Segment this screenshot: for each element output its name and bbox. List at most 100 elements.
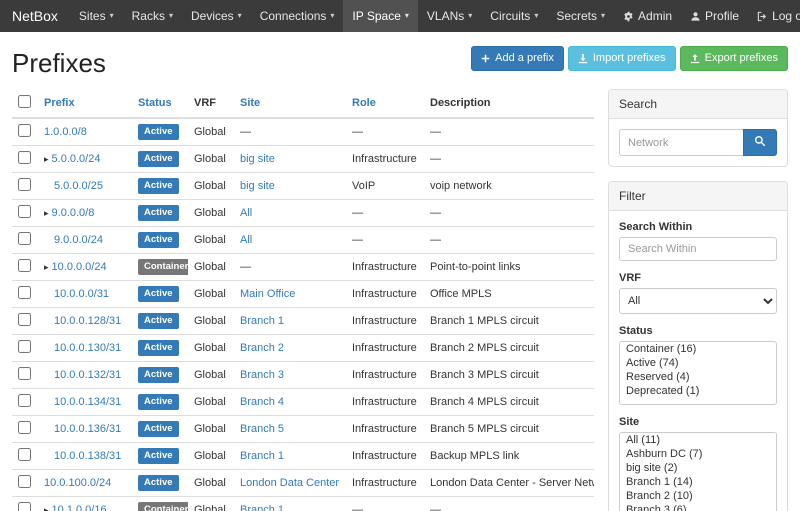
vrf-cell: Global — [188, 308, 234, 335]
row-checkbox[interactable] — [18, 475, 31, 488]
indent-spacer — [44, 431, 54, 432]
nav-item-ip-space[interactable]: IP Space ▾ — [343, 0, 418, 32]
prefix-link[interactable]: 10.0.0.0/24 — [52, 261, 107, 273]
status-filter-label: Status — [619, 325, 777, 337]
nav-item-devices[interactable]: Devices ▾ — [182, 0, 251, 32]
vrf-cell: Global — [188, 200, 234, 227]
prefix-link[interactable]: 9.0.0.0/24 — [54, 234, 103, 246]
site-cell: — — [234, 254, 346, 281]
caret-down-icon: ▾ — [238, 12, 242, 20]
column-header-site[interactable]: Site — [234, 89, 346, 118]
filter-option[interactable]: Deprecated (1) — [620, 384, 776, 398]
role-cell: Infrastructure — [346, 335, 424, 362]
nav-item-racks[interactable]: Racks ▾ — [123, 0, 182, 32]
site-link[interactable]: All — [240, 234, 252, 246]
prefix-link[interactable]: 5.0.0.0/25 — [54, 180, 103, 192]
row-checkbox[interactable] — [18, 124, 31, 137]
import-prefixes-button[interactable]: Import prefixes — [568, 46, 676, 71]
status-filter-select[interactable]: Container (16)Active (74)Reserved (4)Dep… — [619, 341, 777, 405]
vrf-filter-select[interactable]: All — [619, 288, 777, 314]
site-link[interactable]: All — [240, 207, 252, 219]
row-checkbox[interactable] — [18, 313, 31, 326]
indent-spacer — [44, 458, 54, 459]
description-cell: London Data Center - Server Network — [424, 470, 594, 497]
prefix-link[interactable]: 10.0.0.138/31 — [54, 450, 121, 462]
filter-option[interactable]: All (11) — [620, 433, 776, 447]
role-cell: Infrastructure — [346, 470, 424, 497]
site-cell: Branch 1 — [234, 443, 346, 470]
row-checkbox[interactable] — [18, 502, 31, 511]
role-cell: — — [346, 118, 424, 146]
site-cell: London Data Center — [234, 470, 346, 497]
site-cell: All — [234, 200, 346, 227]
vrf-cell: Global — [188, 173, 234, 200]
search-button[interactable] — [743, 129, 777, 156]
table-row: ▸9.0.0.0/8 Active Global All — — — [12, 200, 594, 227]
site-link[interactable]: Branch 1 — [240, 504, 284, 511]
site-cell: big site — [234, 173, 346, 200]
brand-link[interactable]: NetBox — [8, 0, 70, 32]
filter-option[interactable]: Branch 2 (10) — [620, 489, 776, 503]
nav-item-admin[interactable]: Admin — [614, 0, 681, 32]
prefix-link[interactable]: 10.0.0.134/31 — [54, 396, 121, 408]
site-link[interactable]: Branch 1 — [240, 315, 284, 327]
filter-option[interactable]: Ashburn DC (7) — [620, 447, 776, 461]
site-link[interactable]: Branch 4 — [240, 396, 284, 408]
column-header-vrf: VRF — [188, 89, 234, 118]
prefix-link[interactable]: 10.0.0.130/31 — [54, 342, 121, 354]
row-checkbox[interactable] — [18, 178, 31, 191]
nav-item-profile[interactable]: Profile — [681, 0, 748, 32]
select-all-checkbox[interactable] — [18, 95, 31, 108]
row-checkbox[interactable] — [18, 448, 31, 461]
prefix-link[interactable]: 10.1.0.0/16 — [52, 504, 107, 511]
filter-option[interactable]: Reserved (4) — [620, 370, 776, 384]
site-link[interactable]: big site — [240, 180, 275, 192]
site-link[interactable]: big site — [240, 153, 275, 165]
nav-item-connections[interactable]: Connections ▾ — [251, 0, 344, 32]
row-checkbox[interactable] — [18, 340, 31, 353]
filter-option[interactable]: Container (16) — [620, 342, 776, 356]
prefix-link[interactable]: 10.0.0.0/31 — [54, 288, 109, 300]
add-prefix-button[interactable]: Add a prefix — [471, 46, 564, 71]
site-link[interactable]: Branch 1 — [240, 450, 284, 462]
nav-item-secrets[interactable]: Secrets ▾ — [547, 0, 614, 32]
row-checkbox[interactable] — [18, 205, 31, 218]
prefix-link[interactable]: 10.0.100.0/24 — [44, 477, 111, 489]
search-within-input[interactable] — [619, 237, 777, 261]
site-link[interactable]: Branch 3 — [240, 369, 284, 381]
column-header-role[interactable]: Role — [346, 89, 424, 118]
export-prefixes-button[interactable]: Export prefixes — [680, 46, 788, 71]
column-header-status[interactable]: Status — [132, 89, 188, 118]
search-input[interactable] — [619, 129, 743, 156]
prefix-link[interactable]: 1.0.0.0/8 — [44, 126, 87, 138]
role-cell: Infrastructure — [346, 443, 424, 470]
filter-option[interactable]: big site (2) — [620, 461, 776, 475]
site-link[interactable]: Branch 5 — [240, 423, 284, 435]
row-checkbox[interactable] — [18, 421, 31, 434]
nav-item-vlans[interactable]: VLANs ▾ — [418, 0, 481, 32]
site-link[interactable]: London Data Center — [240, 477, 339, 489]
row-checkbox[interactable] — [18, 259, 31, 272]
site-filter-select[interactable]: All (11)Ashburn DC (7)big site (2)Branch… — [619, 432, 777, 511]
row-checkbox[interactable] — [18, 232, 31, 245]
prefix-link[interactable]: 10.0.0.132/31 — [54, 369, 121, 381]
row-checkbox[interactable] — [18, 394, 31, 407]
row-checkbox[interactable] — [18, 367, 31, 380]
row-checkbox[interactable] — [18, 151, 31, 164]
nav-item-logout[interactable]: Log out — [748, 0, 800, 32]
filter-option[interactable]: Branch 1 (14) — [620, 475, 776, 489]
row-checkbox[interactable] — [18, 286, 31, 299]
prefix-link[interactable]: 10.0.0.128/31 — [54, 315, 121, 327]
table-row: ▸5.0.0.0/24 Active Global big site Infra… — [12, 146, 594, 173]
site-link[interactable]: Main Office — [240, 288, 295, 300]
site-link[interactable]: Branch 2 — [240, 342, 284, 354]
filter-option[interactable]: Active (74) — [620, 356, 776, 370]
prefix-link[interactable]: 9.0.0.0/8 — [52, 207, 95, 219]
site-cell: Branch 4 — [234, 389, 346, 416]
prefix-link[interactable]: 10.0.0.136/31 — [54, 423, 121, 435]
nav-item-sites[interactable]: Sites ▾ — [70, 0, 123, 32]
nav-item-circuits[interactable]: Circuits ▾ — [481, 0, 547, 32]
column-header-prefix[interactable]: Prefix — [38, 89, 132, 118]
filter-option[interactable]: Branch 3 (6) — [620, 503, 776, 511]
prefix-link[interactable]: 5.0.0.0/24 — [52, 153, 101, 165]
